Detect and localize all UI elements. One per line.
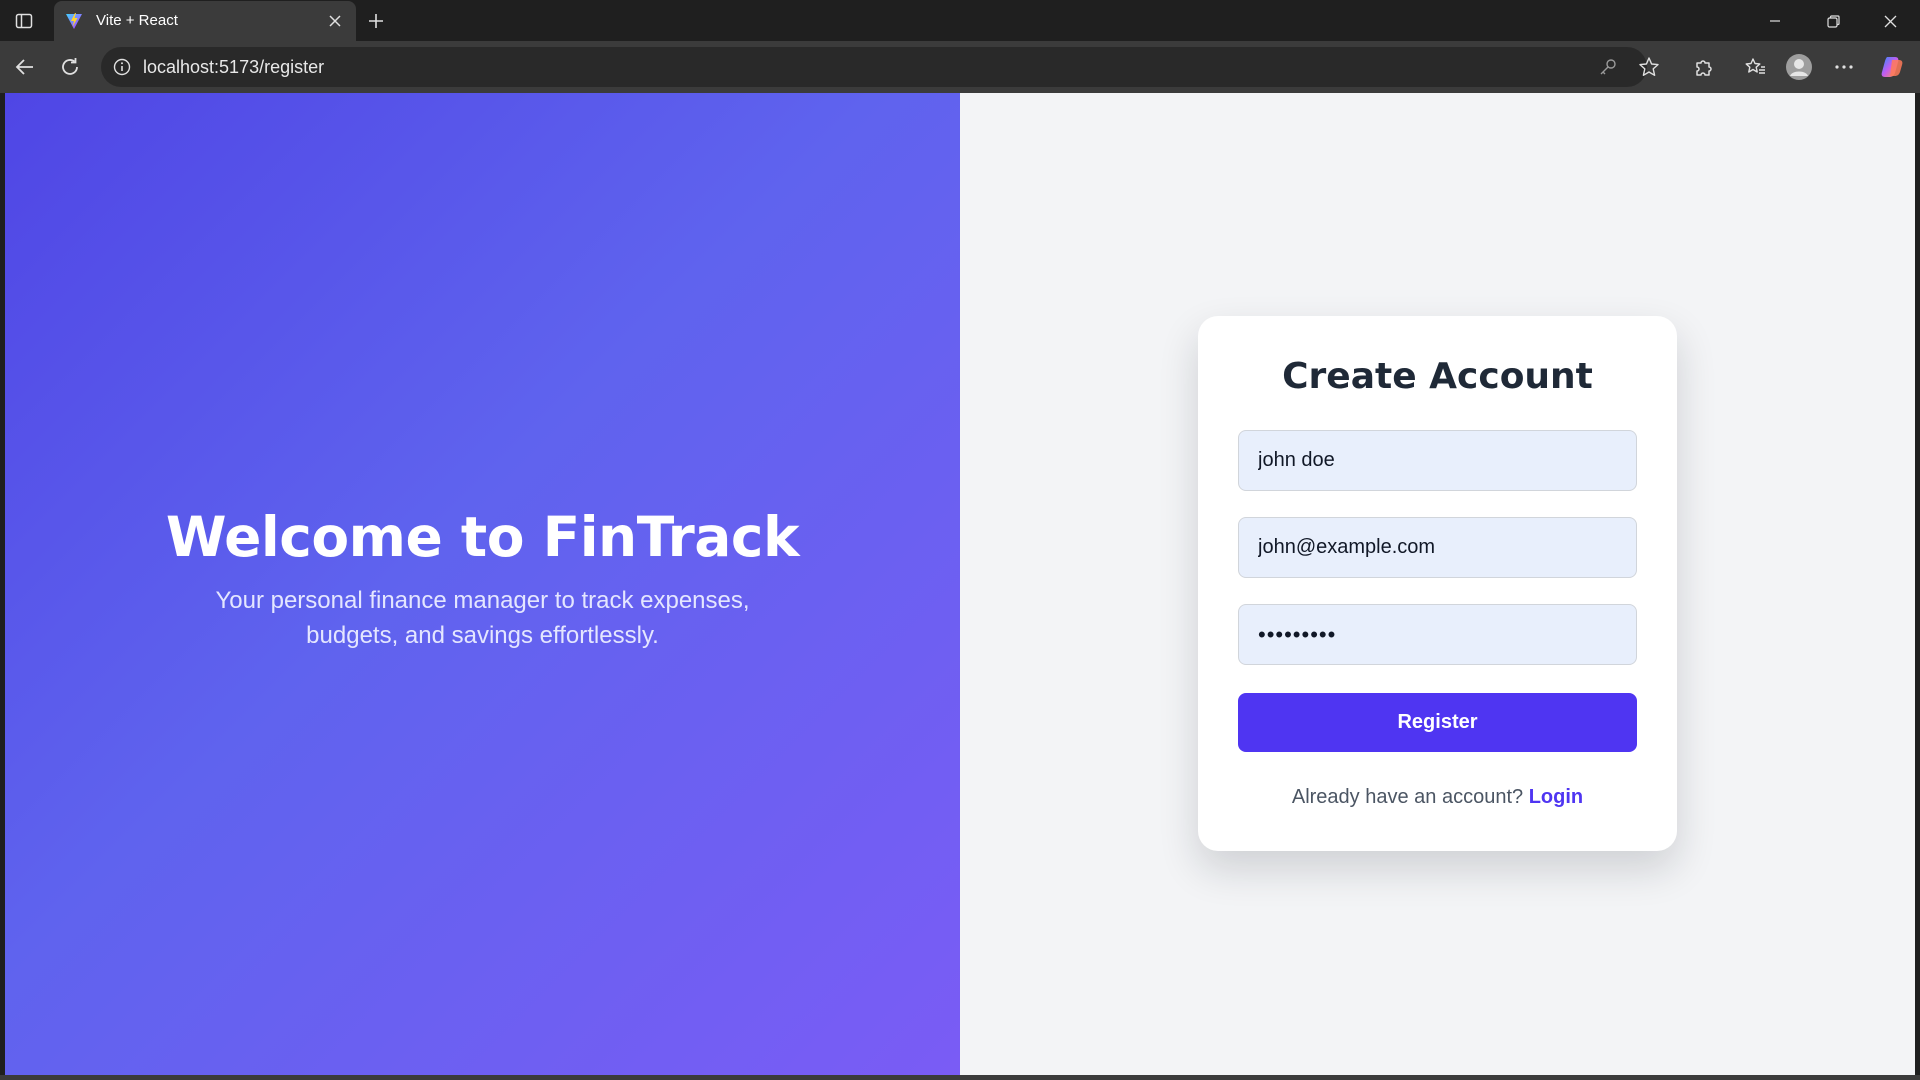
address-bar[interactable]: localhost:5173/register bbox=[101, 47, 1659, 87]
plus-icon[interactable] bbox=[363, 8, 389, 34]
login-prompt-text: Already have an account? bbox=[1291, 786, 1524, 808]
info-icon[interactable] bbox=[111, 56, 133, 78]
hero-panel: Welcome to FinTrack Your personal financ… bbox=[5, 93, 960, 1075]
login-link[interactable]: Login bbox=[1529, 786, 1583, 808]
puzzle-icon[interactable] bbox=[1690, 53, 1718, 81]
window-close-icon[interactable] bbox=[1870, 8, 1910, 34]
star-icon[interactable] bbox=[1638, 56, 1660, 78]
password-field[interactable] bbox=[1238, 604, 1637, 665]
hero-title: Welcome to FinTrack bbox=[165, 505, 800, 569]
vite-logo-icon bbox=[65, 12, 83, 30]
register-card: Create Account Register Already have an … bbox=[1198, 316, 1677, 851]
copilot-icon[interactable] bbox=[1878, 53, 1906, 81]
hero-subtitle: Your personal finance manager to track e… bbox=[215, 587, 750, 649]
minimize-icon[interactable] bbox=[1755, 8, 1795, 34]
url-text[interactable]: localhost:5173/register bbox=[143, 57, 324, 78]
key-icon[interactable] bbox=[1597, 56, 1619, 78]
browser-toolbar: localhost:5173/register bbox=[0, 41, 1920, 93]
email-field[interactable] bbox=[1238, 517, 1637, 578]
hero-content: Welcome to FinTrack Your personal financ… bbox=[5, 505, 960, 653]
browser-tab-bar: Vite + React bbox=[0, 0, 1920, 41]
page-viewport: Welcome to FinTrack Your personal financ… bbox=[5, 93, 1915, 1075]
form-title: Create Account bbox=[1282, 356, 1593, 397]
profile-avatar-icon[interactable] bbox=[1785, 53, 1813, 81]
window-bottom-edge bbox=[0, 1075, 1920, 1080]
name-field[interactable] bbox=[1238, 430, 1637, 491]
favorites-icon[interactable] bbox=[1741, 53, 1769, 81]
register-button[interactable]: Register bbox=[1238, 693, 1637, 752]
browser-tab[interactable]: Vite + React bbox=[54, 1, 356, 41]
restore-icon[interactable] bbox=[1813, 8, 1853, 34]
tab-title: Vite + React bbox=[96, 12, 178, 29]
ellipsis-icon[interactable] bbox=[1830, 53, 1858, 81]
reload-icon[interactable] bbox=[56, 53, 84, 81]
sidebar-toggle-icon[interactable] bbox=[12, 9, 36, 33]
close-icon[interactable] bbox=[324, 10, 346, 32]
form-panel: Create Account Register Already have an … bbox=[960, 93, 1915, 1075]
login-prompt: Already have an account? Login bbox=[1198, 786, 1677, 809]
back-arrow-icon[interactable] bbox=[11, 53, 39, 81]
